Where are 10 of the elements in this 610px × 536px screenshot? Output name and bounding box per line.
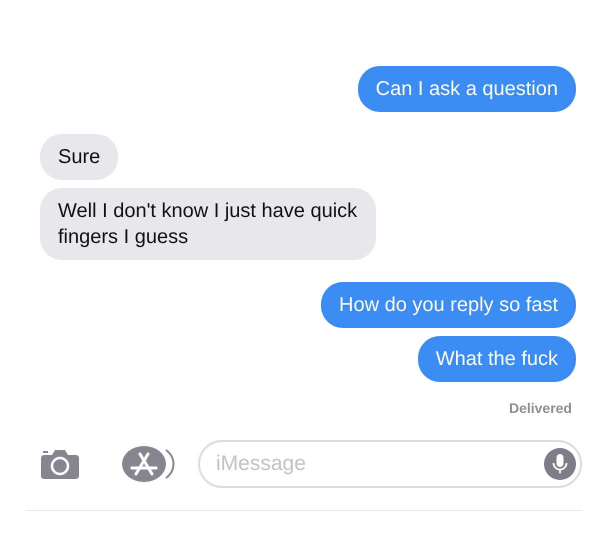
message-bubble: How do you reply so fast	[321, 282, 576, 328]
app-store-icon[interactable]	[120, 445, 176, 483]
message-bubble: What the fuck	[418, 336, 576, 382]
message-input[interactable]: iMessage	[198, 440, 582, 488]
microphone-icon[interactable]	[544, 448, 576, 480]
message-bubble: Can I ask a question	[358, 66, 576, 112]
message-bubble: Well I don't know I just have quick fingers I guess	[40, 188, 376, 260]
camera-icon[interactable]	[40, 448, 80, 480]
delivered-status: Delivered	[508, 400, 572, 416]
message-bubble: Sure	[40, 134, 118, 180]
